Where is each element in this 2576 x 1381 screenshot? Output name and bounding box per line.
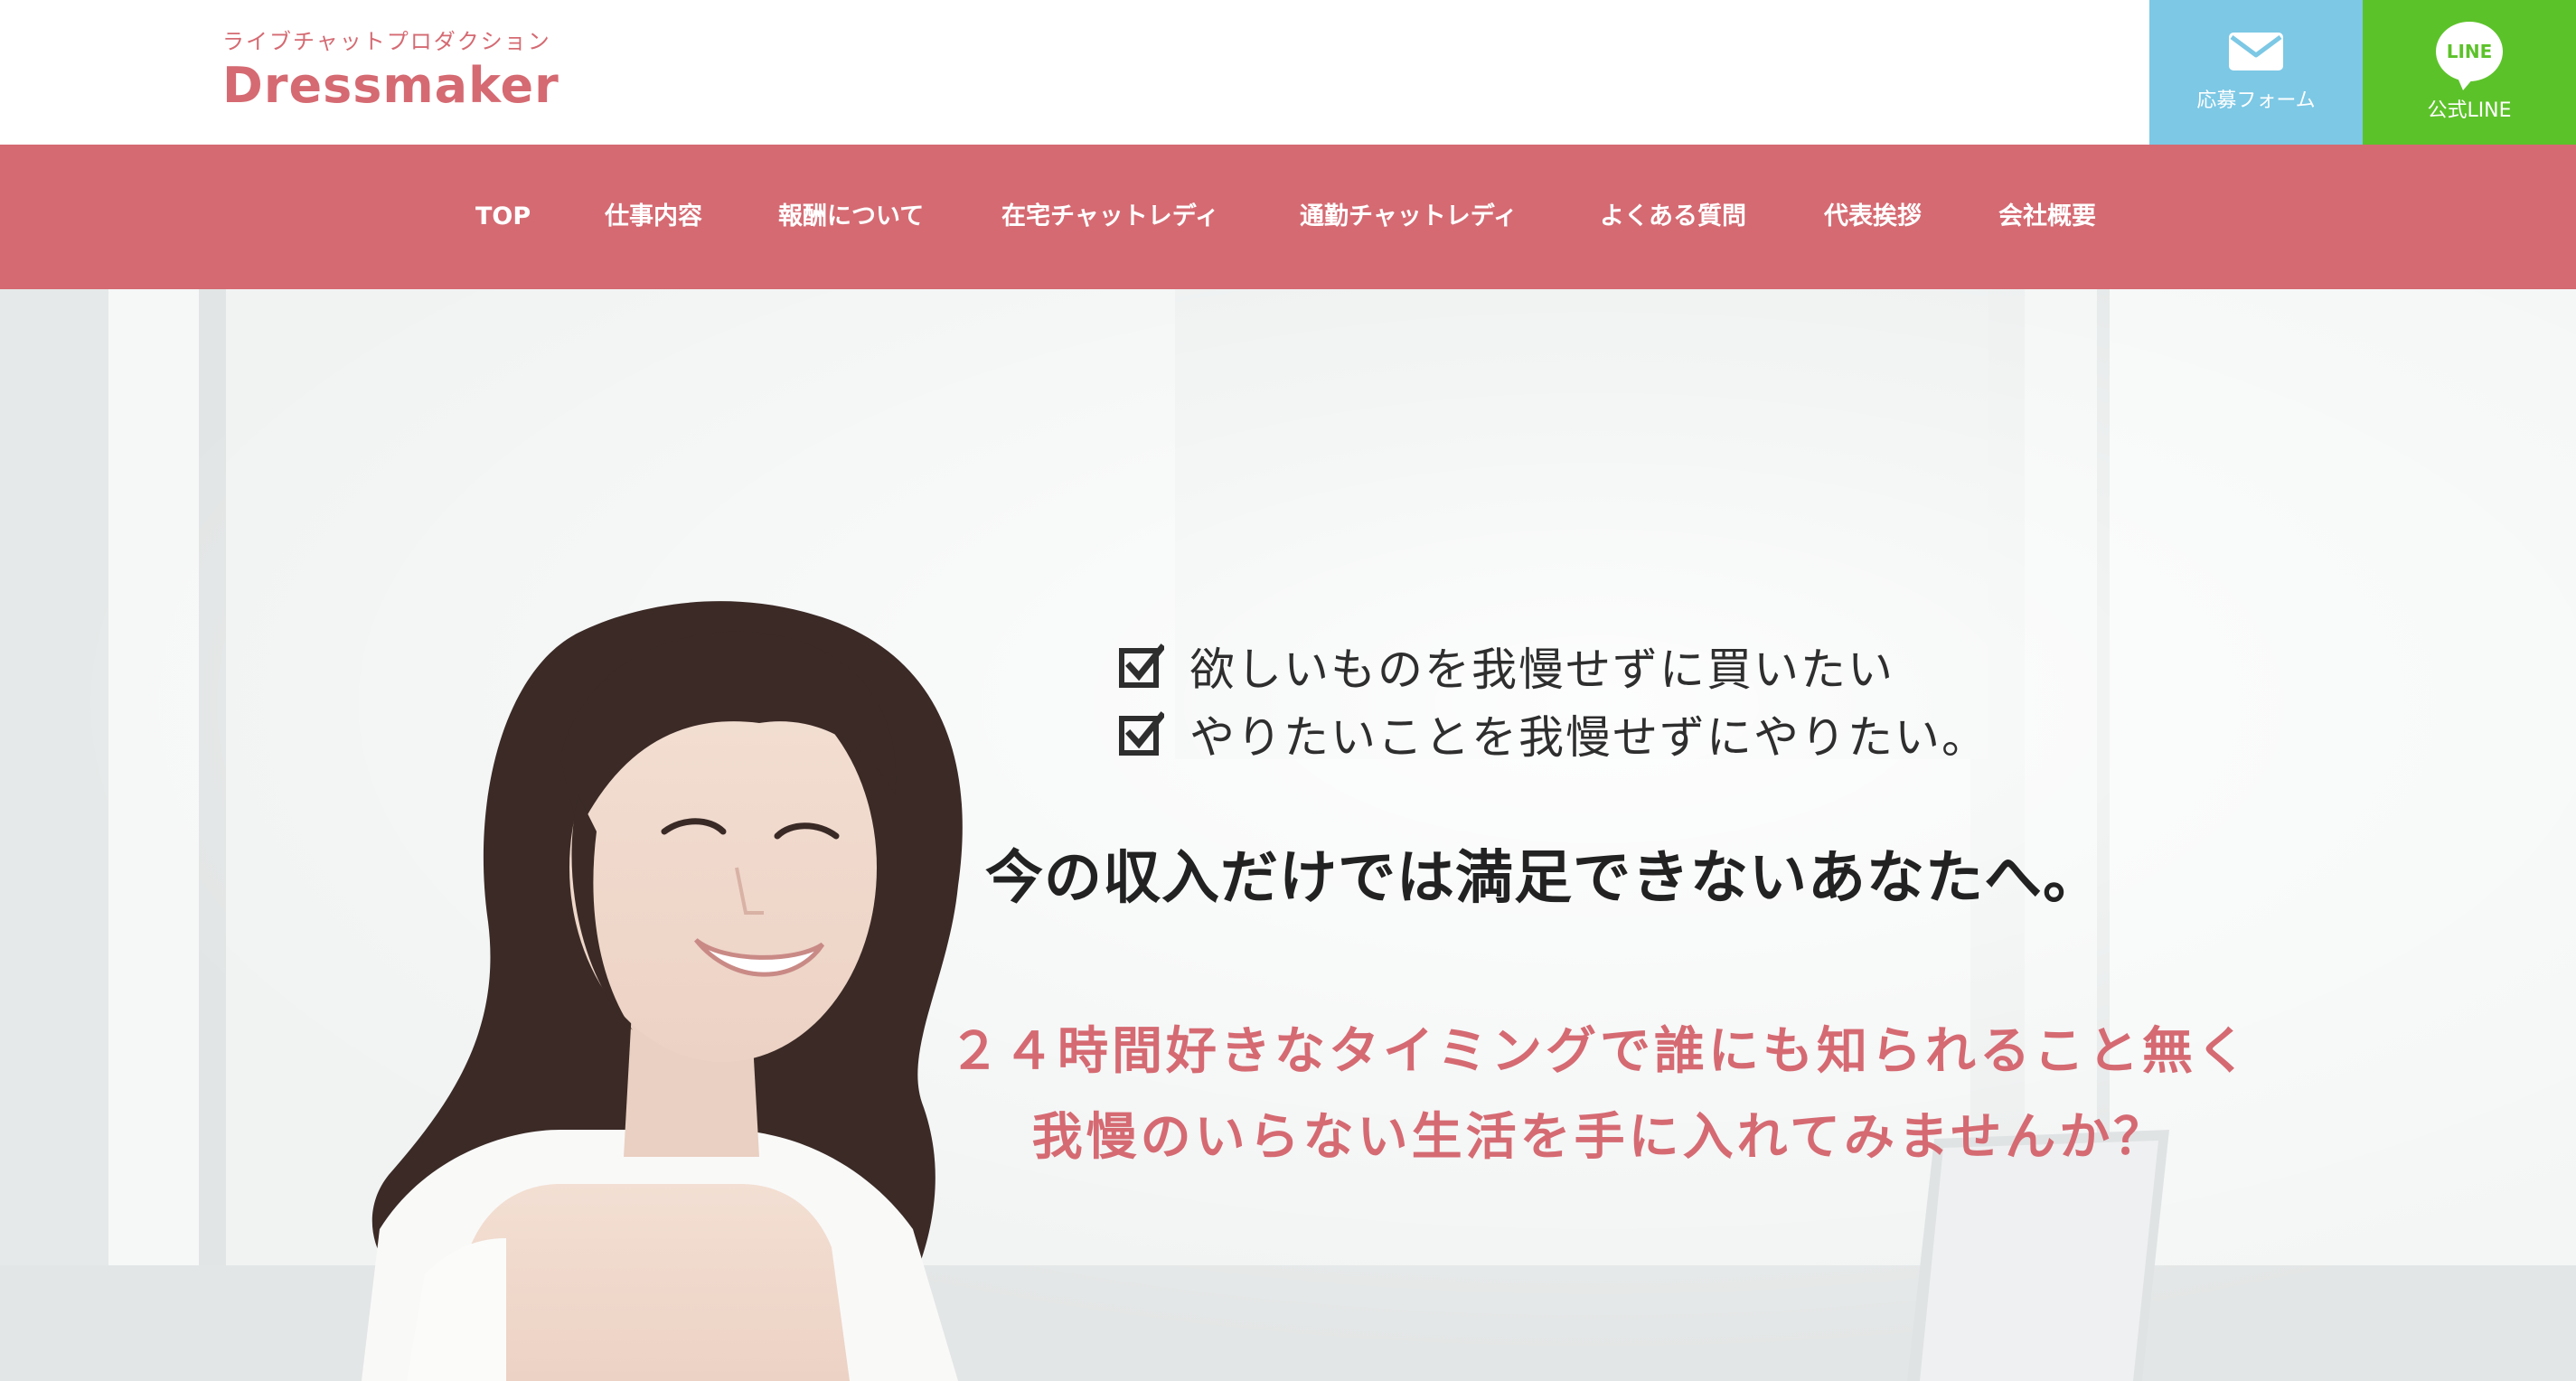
hero-subcopy-line: 我慢のいらない生活を手に入れてみませんか？ [1031,1108,2168,1167]
mail-icon [2229,33,2283,70]
main-nav: TOP 仕事内容 報酬について 在宅チャットレディ 通勤チャットレディ よくある… [0,145,2576,289]
official-line-label: 公式LINE [2427,99,2512,122]
hero-subcopy-line: ２４時間好きなタイミングで誰にも知られること無く [949,1022,2251,1081]
nav-item-job-description[interactable]: 仕事内容 [605,145,702,289]
apply-form-label: 応募フォーム [2196,89,2316,112]
checkbox-checked-icon [1119,644,1164,688]
official-line-button[interactable]: LINE 公式LINE [2363,0,2576,145]
nav-item-home-chat-lady[interactable]: 在宅チャットレディ [1001,145,1219,289]
checklist-item-text: やりたいことを我慢せずにやりたい。 [1189,711,1988,764]
checklist-item: 欲しいものを我慢せずに買いたい [1117,634,1894,698]
site-logo[interactable]: ライブチャットプロダクション Dressmaker [222,25,559,114]
hero-copy: 欲しいものを我慢せずに買いたい やりたいことを我慢せずにやりたい。 今の収入だけ… [0,289,2576,1381]
line-icon-text: LINE [2446,41,2493,62]
nav-item-commute-chat-lady[interactable]: 通勤チャットレディ [1300,145,1518,289]
logo-tagline: ライブチャットプロダクション [222,29,551,54]
checklist-item-text: 欲しいものを我慢せずに買いたい [1189,644,1894,696]
checklist-item: やりたいことを我慢せずにやりたい。 [1117,702,1988,766]
nav-item-company-profile[interactable]: 会社概要 [1998,145,2096,289]
hero-headline: 今の収入だけでは満足できないあなたへ。 [985,845,2101,912]
nav-item-faq[interactable]: よくある質問 [1600,145,1746,289]
site-header: ライブチャットプロダクション Dressmaker 応募フォーム LINE 公式… [0,0,2576,145]
nav-item-rewards[interactable]: 報酬について [778,145,924,289]
nav-item-top[interactable]: TOP [475,145,531,289]
checkbox-checked-icon [1119,711,1164,756]
nav-item-ceo-greeting[interactable]: 代表挨拶 [1824,145,1922,289]
hero-section: 欲しいものを我慢せずに買いたい やりたいことを我慢せずにやりたい。 今の収入だけ… [0,289,2576,1381]
logo-name: Dressmaker [222,57,559,114]
line-icon: LINE [2436,22,2503,90]
apply-form-button[interactable]: 応募フォーム [2149,0,2363,145]
